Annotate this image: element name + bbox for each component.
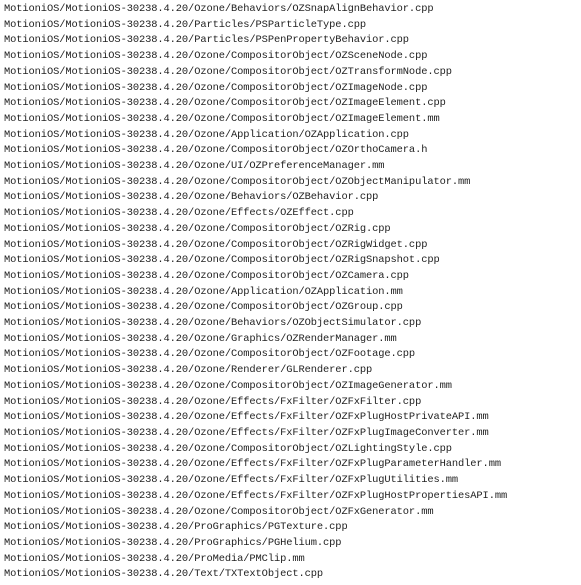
- file-path-line: MotioniOS/MotioniOS-30238.4.20/ProGraphi…: [4, 520, 577, 536]
- file-path-line: MotioniOS/MotioniOS-30238.4.20/Ozone/Eff…: [4, 457, 577, 473]
- file-path-line: MotioniOS/MotioniOS-30238.4.20/Text/TXTe…: [4, 567, 577, 583]
- file-path-line: MotioniOS/MotioniOS-30238.4.20/Ozone/Com…: [4, 112, 577, 128]
- file-path-line: MotioniOS/MotioniOS-30238.4.20/Ozone/App…: [4, 285, 577, 301]
- file-path-line: MotioniOS/MotioniOS-30238.4.20/Ozone/Com…: [4, 442, 577, 458]
- file-path-line: MotioniOS/MotioniOS-30238.4.20/Ozone/Beh…: [4, 2, 577, 18]
- file-path-line: MotioniOS/MotioniOS-30238.4.20/ProMedia/…: [4, 552, 577, 568]
- file-path-line: MotioniOS/MotioniOS-30238.4.20/Ozone/Com…: [4, 379, 577, 395]
- file-path-line: MotioniOS/MotioniOS-30238.4.20/Ozone/Com…: [4, 143, 577, 159]
- file-path-line: MotioniOS/MotioniOS-30238.4.20/Ozone/Com…: [4, 269, 577, 285]
- file-path-line: MotioniOS/MotioniOS-30238.4.20/Ozone/Eff…: [4, 426, 577, 442]
- file-path-line: MotioniOS/MotioniOS-30238.4.20/Ozone/Eff…: [4, 206, 577, 222]
- file-path-line: MotioniOS/MotioniOS-30238.4.20/Ozone/Eff…: [4, 489, 577, 505]
- file-path-line: MotioniOS/MotioniOS-30238.4.20/Ozone/UI/…: [4, 159, 577, 175]
- file-path-line: MotioniOS/MotioniOS-30238.4.20/Ozone/Com…: [4, 175, 577, 191]
- file-path-line: MotioniOS/MotioniOS-30238.4.20/Ozone/Com…: [4, 96, 577, 112]
- file-path-line: MotioniOS/MotioniOS-30238.4.20/ProGraphi…: [4, 536, 577, 552]
- file-path-line: MotioniOS/MotioniOS-30238.4.20/Ozone/Com…: [4, 300, 577, 316]
- file-path-line: MotioniOS/MotioniOS-30238.4.20/Ozone/Com…: [4, 222, 577, 238]
- file-path-line: MotioniOS/MotioniOS-30238.4.20/Ozone/Com…: [4, 347, 577, 363]
- file-path-line: MotioniOS/MotioniOS-30238.4.20/Ozone/Beh…: [4, 190, 577, 206]
- file-path-line: MotioniOS/MotioniOS-30238.4.20/Ozone/Gra…: [4, 332, 577, 348]
- file-path-line: MotioniOS/MotioniOS-30238.4.20/Ozone/Eff…: [4, 395, 577, 411]
- file-path-line: MotioniOS/MotioniOS-30238.4.20/Ozone/Eff…: [4, 410, 577, 426]
- file-path-list: MotioniOS/MotioniOS-30238.4.20/Ozone/Beh…: [0, 0, 581, 585]
- file-path-line: MotioniOS/MotioniOS-30238.4.20/Particles…: [4, 18, 577, 34]
- file-path-line: MotioniOS/MotioniOS-30238.4.20/Ozone/Com…: [4, 238, 577, 254]
- file-path-line: MotioniOS/MotioniOS-30238.4.20/Ozone/Com…: [4, 505, 577, 521]
- file-path-line: MotioniOS/MotioniOS-30238.4.20/Ozone/Ren…: [4, 363, 577, 379]
- file-path-line: MotioniOS/MotioniOS-30238.4.20/Ozone/App…: [4, 128, 577, 144]
- file-path-line: MotioniOS/MotioniOS-30238.4.20/Ozone/Com…: [4, 65, 577, 81]
- file-path-line: MotioniOS/MotioniOS-30238.4.20/Ozone/Com…: [4, 49, 577, 65]
- file-path-line: MotioniOS/MotioniOS-30238.4.20/Ozone/Eff…: [4, 473, 577, 489]
- file-path-line: MotioniOS/MotioniOS-30238.4.20/Ozone/Com…: [4, 253, 577, 269]
- file-path-line: MotioniOS/MotioniOS-30238.4.20/Ozone/Beh…: [4, 316, 577, 332]
- file-path-line: MotioniOS/MotioniOS-30238.4.20/Ozone/Com…: [4, 81, 577, 97]
- file-path-line: MotioniOS/MotioniOS-30238.4.20/Particles…: [4, 33, 577, 49]
